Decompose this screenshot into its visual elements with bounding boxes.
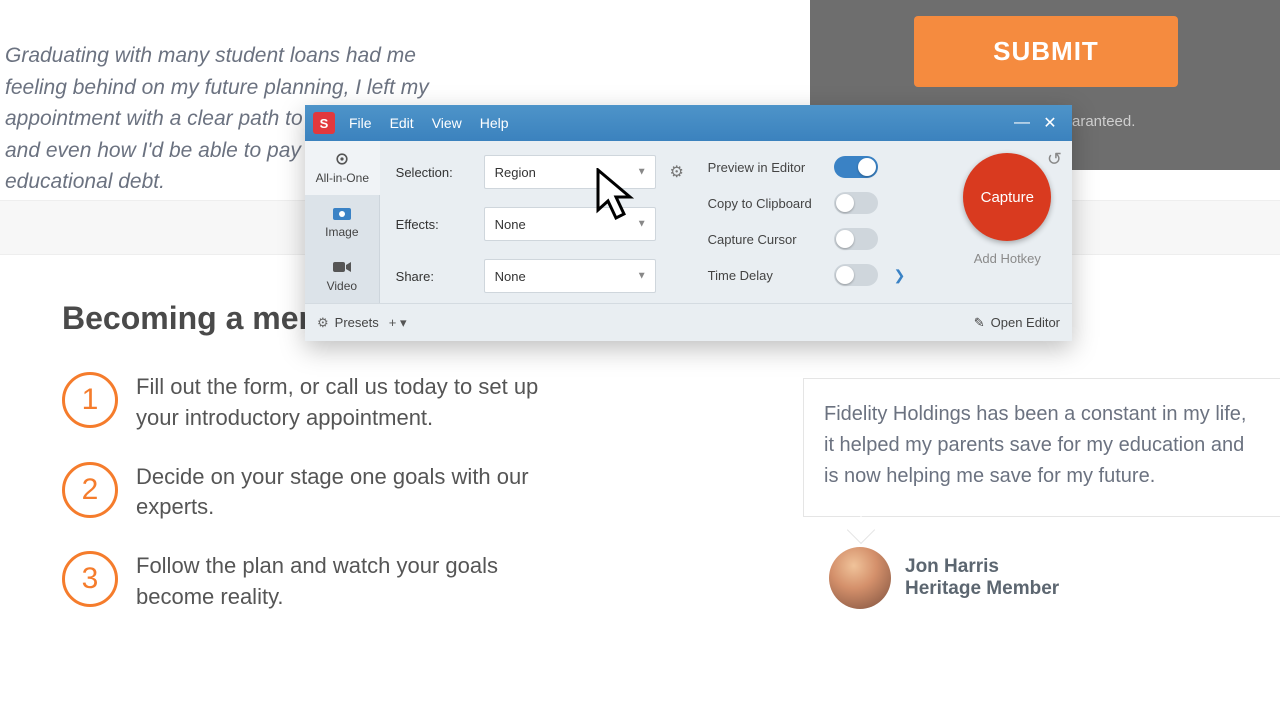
video-icon bbox=[332, 259, 352, 275]
capture-cursor-label: Capture Cursor bbox=[708, 232, 828, 247]
step-number: 2 bbox=[62, 462, 118, 518]
selection-dropdown[interactable]: Region▼ bbox=[484, 155, 656, 189]
section-title: Becoming a mem bbox=[62, 300, 327, 337]
step-number: 3 bbox=[62, 551, 118, 607]
testimonial-author: Jon Harris Heritage Member bbox=[829, 547, 1059, 609]
copy-to-clipboard-toggle[interactable] bbox=[834, 192, 878, 214]
open-editor-button[interactable]: ✎ Open Editor bbox=[974, 315, 1060, 331]
menu-file[interactable]: File bbox=[349, 115, 372, 131]
capture-cursor-toggle[interactable] bbox=[834, 228, 878, 250]
author-role: Heritage Member bbox=[905, 578, 1059, 600]
step-text: Follow the plan and watch your goals bec… bbox=[136, 551, 562, 613]
open-editor-label: Open Editor bbox=[991, 315, 1060, 330]
selection-label: Selection: bbox=[396, 165, 474, 180]
share-label: Share: bbox=[396, 269, 474, 284]
add-hotkey-link[interactable]: Add Hotkey bbox=[974, 251, 1041, 266]
testimonial-quote: Fidelity Holdings has been a constant in… bbox=[824, 399, 1260, 492]
menu-edit[interactable]: Edit bbox=[390, 115, 414, 131]
tab-video[interactable]: Video bbox=[305, 249, 380, 303]
chevron-down-icon: ▼ bbox=[637, 219, 647, 230]
tab-label: Video bbox=[327, 279, 357, 293]
camera-icon bbox=[332, 205, 352, 221]
time-delay-expand-icon[interactable]: ❯ bbox=[894, 267, 910, 284]
capture-mode-tabs: All-in-One Image Video bbox=[305, 141, 380, 303]
chevron-down-icon: ▼ bbox=[637, 167, 647, 178]
preview-in-editor-toggle[interactable] bbox=[834, 156, 878, 178]
step-1: 1 Fill out the form, or call us today to… bbox=[62, 372, 562, 434]
tab-image[interactable]: Image bbox=[305, 195, 380, 249]
steps-list: 1 Fill out the form, or call us today to… bbox=[62, 372, 562, 641]
testimonial-card: Fidelity Holdings has been a constant in… bbox=[803, 378, 1280, 517]
author-name: Jon Harris bbox=[905, 556, 1059, 578]
tab-label: Image bbox=[325, 225, 358, 239]
time-delay-toggle[interactable] bbox=[834, 264, 878, 286]
step-2: 2 Decide on your stage one goals with ou… bbox=[62, 462, 562, 524]
minimize-button[interactable]: — bbox=[1008, 114, 1036, 132]
step-text: Fill out the form, or call us today to s… bbox=[136, 372, 562, 434]
capture-button[interactable]: Capture bbox=[963, 153, 1051, 241]
snagit-window: S File Edit View Help — ✕ All-in-One Ima… bbox=[305, 105, 1072, 341]
step-text: Decide on your stage one goals with our … bbox=[136, 462, 562, 524]
preview-in-editor-label: Preview in Editor bbox=[708, 160, 828, 175]
selection-settings-gear-icon[interactable]: ⚙ bbox=[666, 162, 688, 182]
titlebar[interactable]: S File Edit View Help — ✕ bbox=[305, 105, 1072, 141]
snagit-app-icon: S bbox=[313, 112, 335, 134]
submit-button[interactable]: SUBMIT bbox=[914, 16, 1178, 87]
tab-all-in-one[interactable]: All-in-One bbox=[305, 141, 380, 195]
share-dropdown[interactable]: None▼ bbox=[484, 259, 656, 293]
target-icon bbox=[332, 151, 352, 167]
chevron-down-icon: ▼ bbox=[637, 271, 647, 282]
guaranteed-text-fragment: aranteed. bbox=[1072, 113, 1135, 130]
effects-dropdown[interactable]: None▼ bbox=[484, 207, 656, 241]
undo-icon[interactable]: ↺ bbox=[1047, 149, 1062, 170]
copy-to-clipboard-label: Copy to Clipboard bbox=[708, 196, 828, 211]
time-delay-label: Time Delay bbox=[708, 268, 828, 283]
presets-add-button[interactable]: + ▾ bbox=[389, 315, 407, 331]
close-button[interactable]: ✕ bbox=[1036, 113, 1064, 133]
tab-label: All-in-One bbox=[316, 171, 369, 185]
menu-view[interactable]: View bbox=[432, 115, 462, 131]
effects-label: Effects: bbox=[396, 217, 474, 232]
presets-label[interactable]: Presets bbox=[335, 315, 379, 330]
menu-help[interactable]: Help bbox=[480, 115, 509, 131]
avatar bbox=[829, 547, 891, 609]
speech-bubble-tail bbox=[847, 516, 875, 544]
step-number: 1 bbox=[62, 372, 118, 428]
edit-icon: ✎ bbox=[974, 315, 985, 331]
step-3: 3 Follow the plan and watch your goals b… bbox=[62, 551, 562, 613]
presets-gear-icon[interactable]: ⚙ bbox=[317, 315, 329, 331]
